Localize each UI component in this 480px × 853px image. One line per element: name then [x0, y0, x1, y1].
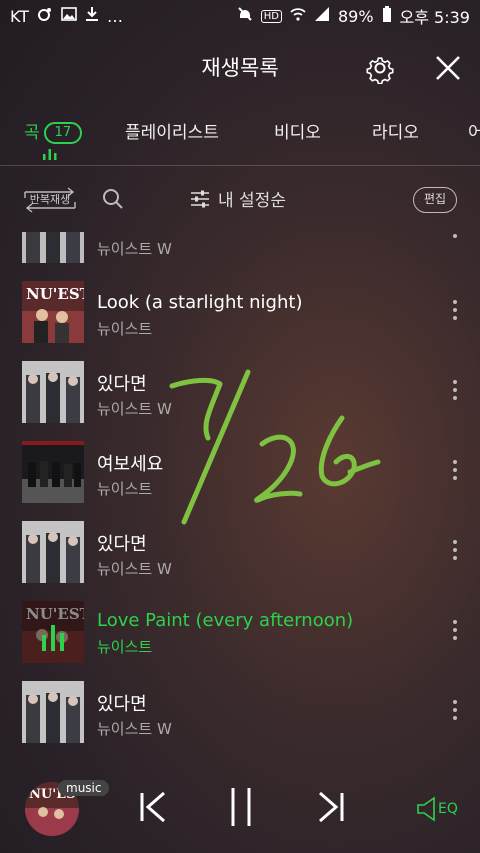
image-icon [61, 7, 77, 25]
song-title: Love Paint (every afternoon) [97, 610, 354, 631]
download-icon [85, 6, 99, 26]
search-icon[interactable] [102, 188, 124, 210]
more-options-icon[interactable] [448, 380, 462, 404]
carrier-label: KT [10, 6, 30, 26]
notification-icon [37, 6, 53, 26]
more-options-icon[interactable] [448, 300, 462, 324]
edit-button[interactable]: 편집 [413, 187, 457, 213]
list-item[interactable]: 여보세요 뉴이스트 [0, 432, 480, 512]
song-title: 있다면 [97, 694, 147, 715]
tab-videos[interactable]: 비디오 [274, 118, 321, 143]
album-cover [22, 441, 84, 503]
settings-gear-icon[interactable] [364, 52, 396, 85]
artist-name: 뉴이스트 [97, 638, 153, 656]
next-track-icon[interactable] [316, 790, 346, 828]
more-options-icon[interactable] [448, 540, 462, 564]
list-item[interactable]: 있다면 뉴이스트 W [0, 672, 480, 752]
more-options-icon[interactable] [448, 700, 462, 724]
clock: 오후 5:39 [399, 8, 470, 27]
list-item[interactable]: NU'EST Look (a starlight night) 뉴이스트 [0, 272, 480, 352]
song-title: 있다면 [97, 374, 147, 395]
wifi-icon [290, 7, 306, 25]
playlist-toolbar: 반복재생 내 설정순 편집 [0, 166, 480, 232]
song-list: 뉴이스트 W NU'EST Look (a starlight night) 뉴… [0, 232, 480, 762]
playlist-header: 재생목록 [0, 32, 480, 102]
eq-label: EQ [438, 801, 458, 817]
album-cover: NU'EST [22, 601, 84, 663]
list-item[interactable]: 뉴이스트 W [0, 232, 480, 272]
album-cover: NU'EST [22, 281, 84, 343]
album-cover [22, 681, 84, 743]
hd-badge: HD [260, 9, 282, 23]
album-cover [22, 521, 84, 583]
mini-player: NU'EST music EQ [0, 762, 480, 853]
tab-radio[interactable]: 라디오 [372, 118, 419, 143]
equalizer-button[interactable]: EQ [416, 796, 458, 822]
list-item[interactable]: 있다면 뉴이스트 W [0, 352, 480, 432]
battery-icon [382, 6, 392, 26]
tab-more[interactable]: 어 [468, 118, 480, 143]
album-cover [22, 232, 84, 263]
list-item-now-playing[interactable]: NU'EST Love Paint (every afternoon) 뉴이스트 [0, 592, 480, 672]
speaker-icon [417, 796, 435, 822]
artist-name: 뉴이스트 [97, 480, 153, 498]
artist-name: 뉴이스트 W [97, 240, 172, 258]
repeat-button[interactable]: 반복재생 [22, 184, 78, 216]
sort-button[interactable]: 내 설정순 [190, 186, 286, 211]
more-options-icon[interactable] [448, 460, 462, 484]
status-bar: KT … HD 89% 오후 5:39 [0, 0, 480, 32]
tab-bar: 곡 17 플레이리스트 비디오 라디오 어 [0, 102, 480, 166]
tab-playlists[interactable]: 플레이리스트 [125, 118, 219, 143]
song-title: 여보세요 [97, 454, 164, 475]
artist-name: 뉴이스트 W [97, 720, 172, 738]
close-icon[interactable] [432, 52, 464, 84]
song-count-badge: 17 [43, 122, 83, 144]
previous-track-icon[interactable] [138, 790, 168, 828]
repeat-label: 반복재생 [29, 193, 71, 206]
music-badge: music [58, 780, 110, 796]
album-cover [22, 361, 84, 423]
tab-songs[interactable]: 곡 17 [24, 118, 83, 144]
artist-name: 뉴이스트 [97, 320, 153, 338]
pause-icon[interactable] [228, 786, 254, 832]
song-title: Look (a starlight night) [97, 292, 303, 313]
svg-text:NU'EST: NU'EST [26, 285, 84, 303]
more-options-icon[interactable] [448, 232, 462, 242]
artist-name: 뉴이스트 W [97, 400, 172, 418]
list-item[interactable]: 있다면 뉴이스트 W [0, 512, 480, 592]
equalizer-bars-icon [43, 149, 57, 160]
mute-icon [237, 6, 253, 26]
artist-name: 뉴이스트 W [97, 560, 172, 578]
more-options-icon[interactable] [448, 620, 462, 644]
battery-percent: 89% [337, 6, 374, 26]
more-indicators: … [107, 6, 124, 26]
sliders-icon [191, 190, 209, 207]
page-title: 재생목록 [201, 56, 279, 80]
tab-songs-label: 곡 [24, 123, 40, 143]
signal-icon [314, 7, 330, 25]
sort-label: 내 설정순 [218, 191, 286, 211]
song-title: 있다면 [97, 534, 147, 555]
